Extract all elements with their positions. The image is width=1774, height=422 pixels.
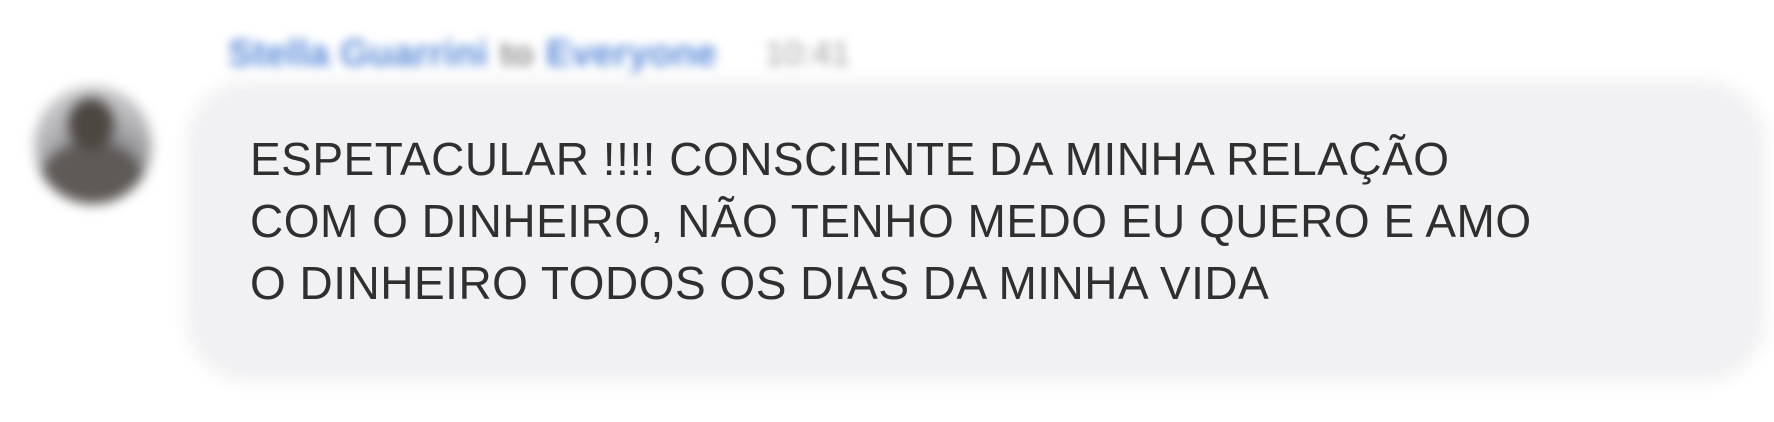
- message-line: ESPETACULAR !!!! CONSCIENTE DA MINHA REL…: [250, 133, 1450, 185]
- recipient-name[interactable]: Everyone: [546, 33, 717, 76]
- to-label: to: [499, 33, 534, 74]
- message-header: Stella Guarrini to Everyone 10:41: [228, 26, 850, 82]
- avatar-person-head: [68, 98, 114, 150]
- message-line: COM O DINHEIRO, NÃO TENHO MEDO EU QUERO …: [250, 195, 1532, 247]
- message-line: O DINHEIRO TODOS OS DIAS DA MINHA VIDA: [250, 257, 1270, 309]
- avatar-person-body: [42, 142, 142, 204]
- message-timestamp: 10:41: [764, 34, 850, 73]
- message-body: ESPETACULAR !!!! CONSCIENTE DA MINHA REL…: [250, 128, 1690, 314]
- avatar[interactable]: [34, 86, 152, 204]
- sender-name[interactable]: Stella Guarrini: [228, 33, 488, 76]
- chat-message: Stella Guarrini to Everyone 10:41 ESPETA…: [0, 0, 1774, 422]
